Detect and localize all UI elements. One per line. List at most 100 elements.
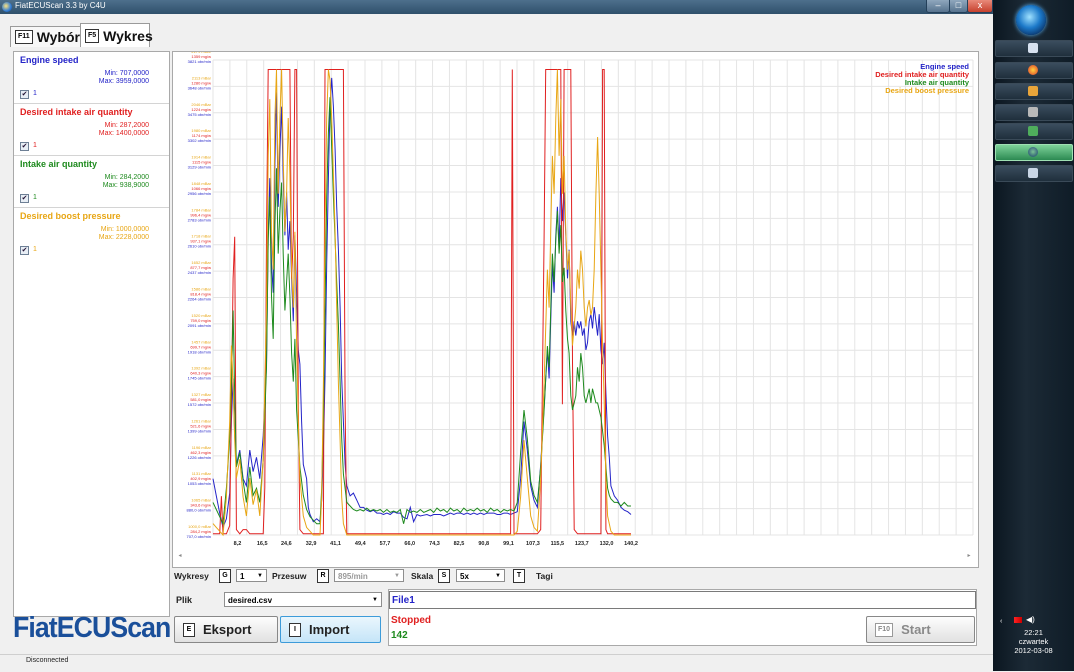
- scroll-right-icon[interactable]: ▸: [965, 552, 973, 560]
- legend-entry: Desired boost pressure: [885, 86, 969, 95]
- tab-wybor[interactable]: F11 Wybór: [10, 26, 82, 47]
- start-key: F10: [875, 622, 894, 637]
- y-tick-label: 1745 obr/min: [188, 376, 211, 381]
- y-tick-label: 1918 obr/min: [188, 349, 211, 354]
- import-label: Import: [309, 622, 350, 637]
- x-tick-label: 8,2: [234, 541, 242, 547]
- x-tick-label: 66,0: [404, 541, 415, 547]
- x-tick-label: 74,3: [429, 541, 440, 547]
- status-bar: [0, 654, 993, 672]
- tool-icon: [1028, 86, 1038, 96]
- chart: 2179 mBar1359 mg/w3821 obr/min2113 mBar1…: [187, 49, 974, 547]
- series-item[interactable]: Intake air quantity Min: 284,2000 Max: 9…: [14, 156, 169, 208]
- series-min: Min: 707,0000: [104, 70, 149, 77]
- series-min: Min: 287,2000: [104, 122, 149, 129]
- series-item[interactable]: Engine speed Min: 707,0000 Max: 3959,000…: [14, 52, 169, 104]
- wykresy-select[interactable]: 1 ▼: [236, 569, 267, 582]
- series-item[interactable]: Desired boost pressure Min: 1000,0000 Ma…: [14, 208, 169, 259]
- browser-icon: [1028, 65, 1038, 75]
- series-checkbox[interactable]: ✔: [20, 142, 29, 151]
- y-tick-label: 2956 obr/min: [188, 191, 211, 196]
- series-item[interactable]: Desired intake air quantity Min: 287,200…: [14, 104, 169, 156]
- tagi-label[interactable]: Tagi: [536, 571, 553, 581]
- tagi-key[interactable]: T: [513, 569, 525, 583]
- taskbar-item-1[interactable]: [995, 40, 1073, 57]
- x-tick-label: 24,6: [281, 541, 292, 547]
- app-icon: [1028, 147, 1038, 157]
- series-checkbox[interactable]: ✔: [20, 194, 29, 203]
- window-title: FiatECUScan 3.3 by C4U: [15, 1, 106, 10]
- maximize-button[interactable]: □: [949, 0, 968, 13]
- export-key: E: [183, 622, 195, 637]
- series-checkbox[interactable]: ✔: [20, 90, 29, 99]
- y-tick-label: 2610 obr/min: [188, 244, 211, 249]
- chevron-down-icon: ▼: [495, 573, 501, 579]
- import-key: I: [289, 622, 301, 637]
- export-label: Eksport: [203, 622, 252, 637]
- tab-wykres[interactable]: F5 Wykres: [80, 23, 153, 47]
- start-button[interactable]: [1016, 5, 1046, 35]
- taskbar-item-3[interactable]: [995, 83, 1073, 100]
- export-button[interactable]: E Eksport: [174, 616, 278, 643]
- x-tick-label: 82,5: [454, 541, 465, 547]
- y-tick-label: 1226 obr/min: [188, 455, 211, 460]
- taskbar-item-6[interactable]: [995, 165, 1073, 182]
- skala-select[interactable]: 5x ▼: [456, 569, 505, 582]
- series-name: Engine speed: [20, 55, 79, 65]
- tray-date: 2012-03-08: [1014, 646, 1053, 655]
- taskbar-item-5[interactable]: [995, 123, 1073, 140]
- close-button[interactable]: x: [967, 0, 993, 13]
- tray-clock[interactable]: 22:21 czwartek 2012-03-08: [993, 628, 1074, 655]
- scroll-left-icon[interactable]: ◂: [176, 552, 184, 560]
- x-tick-label: 132,0: [600, 541, 614, 547]
- y-tick-label: 1053 obr/min: [188, 481, 211, 486]
- series-line: [212, 97, 631, 526]
- przesuw-key: R: [317, 569, 329, 583]
- series-max: Max: 938,9000: [102, 182, 149, 189]
- taskbar-item-4[interactable]: [995, 104, 1073, 121]
- x-tick-label: 49,4: [355, 541, 367, 547]
- x-tick-label: 32,9: [306, 541, 317, 547]
- import-button[interactable]: I Import: [280, 616, 381, 643]
- y-tick-label: 3648 obr/min: [188, 85, 211, 90]
- minimize-button[interactable]: –: [926, 0, 950, 13]
- taskbar-item-2[interactable]: [995, 62, 1073, 79]
- series-max: Max: 1400,0000: [98, 130, 149, 137]
- series-name: Desired intake air quantity: [20, 107, 133, 117]
- tray-arrow-icon[interactable]: ‹: [1000, 618, 1002, 625]
- y-tick-label: 2091 obr/min: [188, 323, 211, 328]
- taskbar: [993, 0, 1074, 671]
- y-tick-label: 3302 obr/min: [188, 138, 211, 143]
- x-tick-label: 99,1: [503, 541, 514, 547]
- start-label: Start: [901, 622, 931, 637]
- y-tick-label: 3821 obr/min: [188, 59, 211, 64]
- save-icon: [1028, 43, 1038, 53]
- taskbar-item-fiatecuscan[interactable]: [995, 144, 1073, 161]
- run-state: Stopped: [391, 615, 431, 626]
- x-tick-label: 107,3: [526, 541, 540, 547]
- y-tick-label: 3129 obr/min: [188, 165, 211, 170]
- skala-label: Skala: [411, 571, 434, 581]
- network-icon[interactable]: [1014, 617, 1022, 623]
- file-name-box: [389, 591, 976, 609]
- tab-key: F11: [15, 30, 33, 44]
- series-min: Min: 1000,0000: [100, 226, 149, 233]
- plik-select[interactable]: desired.csv ▼: [224, 592, 382, 607]
- wykresy-label: Wykresy: [174, 571, 209, 581]
- start-button[interactable]: F10 Start: [866, 616, 975, 643]
- x-tick-label: 90,8: [478, 541, 489, 547]
- chevron-down-icon: ▼: [394, 573, 400, 579]
- przesuw-select[interactable]: 895/min ▼: [334, 569, 404, 582]
- skala-value: 5x: [460, 572, 469, 581]
- chevron-down-icon: ▼: [372, 597, 378, 603]
- volume-icon[interactable]: ◀): [1026, 615, 1035, 624]
- sample-count: 142: [391, 630, 408, 641]
- series-name: Desired boost pressure: [20, 211, 121, 221]
- series-min: Min: 284,2000: [104, 174, 149, 181]
- window-title-bar[interactable]: [0, 0, 993, 14]
- spreadsheet-icon: [1028, 126, 1038, 136]
- app-icon: [2, 2, 12, 12]
- series-checkbox[interactable]: ✔: [20, 246, 29, 255]
- x-tick-label: 41,1: [330, 541, 341, 547]
- x-tick-label: 16,5: [257, 541, 268, 547]
